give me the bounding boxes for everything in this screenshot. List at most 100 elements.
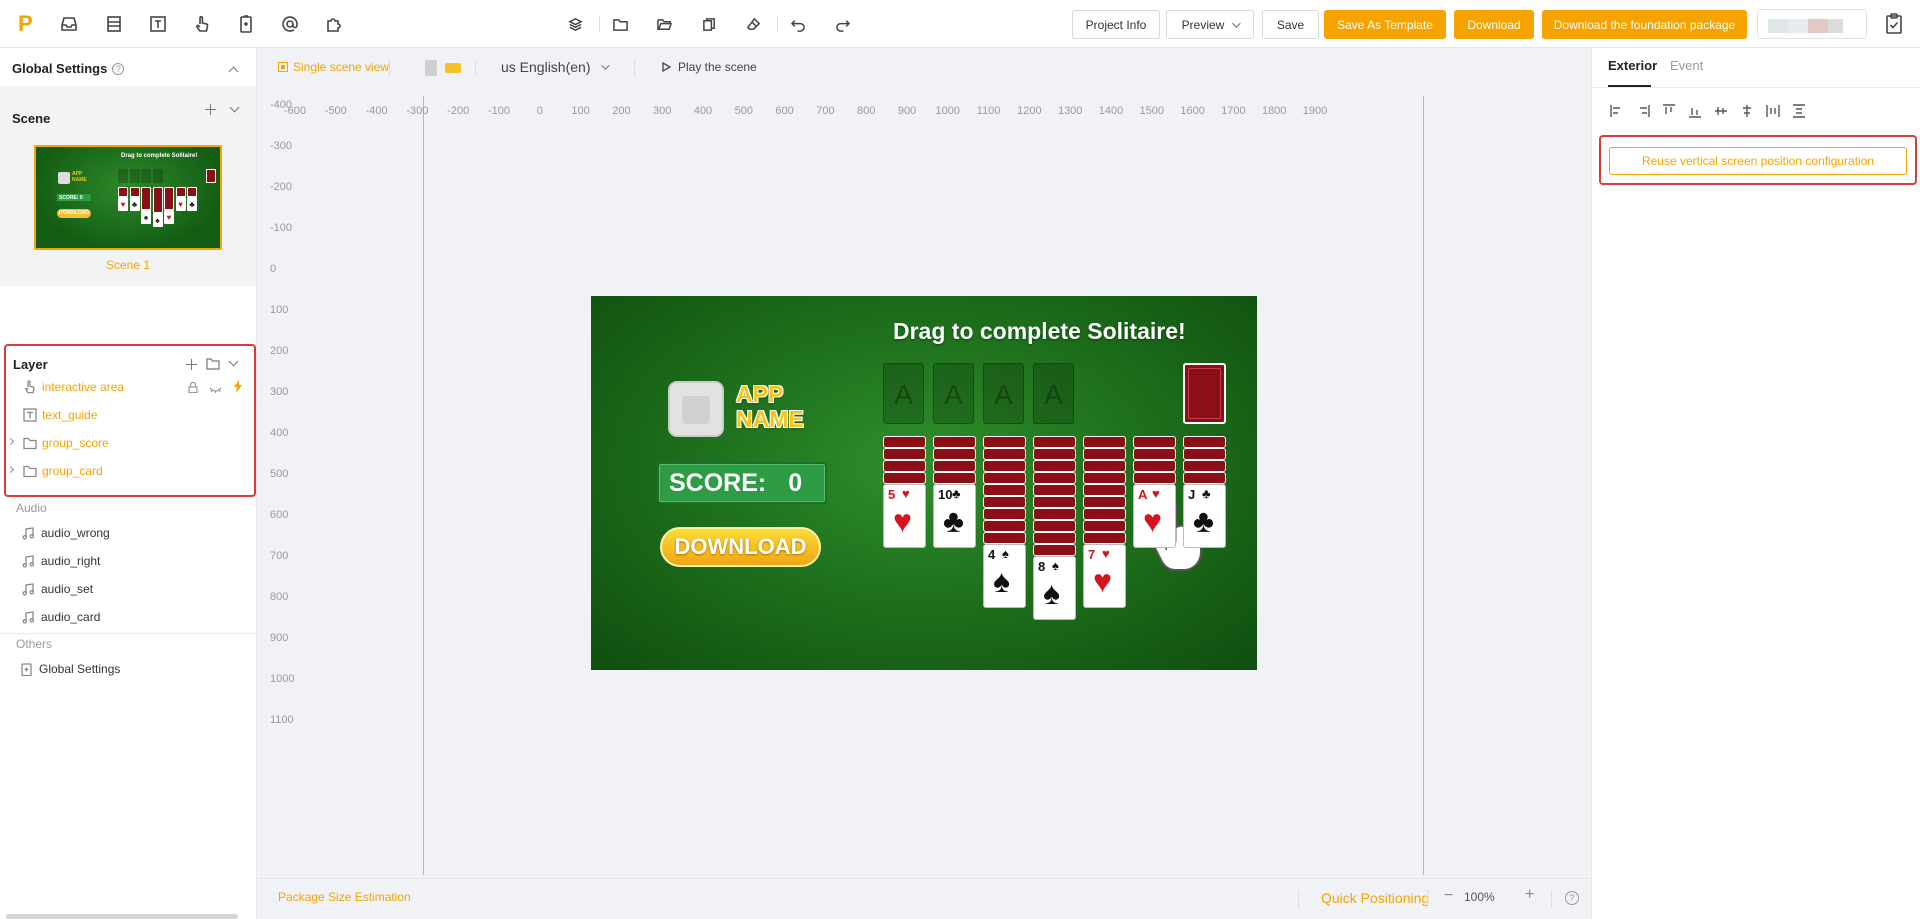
at-sign-icon[interactable] bbox=[280, 14, 300, 34]
inbox-icon[interactable] bbox=[59, 14, 79, 34]
ruler-tick: -500 bbox=[324, 105, 347, 117]
add-scene-icon[interactable] bbox=[205, 104, 216, 115]
score-box[interactable]: SCORE: 0 bbox=[657, 462, 827, 504]
layer-item-group-score[interactable]: group_score bbox=[6, 432, 254, 454]
draw-deck[interactable] bbox=[1183, 363, 1226, 424]
user-account-box[interactable] bbox=[1757, 9, 1867, 39]
single-scene-view-toggle[interactable]: Single scene view bbox=[278, 60, 389, 74]
folder-open-icon[interactable] bbox=[655, 15, 673, 33]
distribute-v-icon[interactable] bbox=[1792, 104, 1808, 120]
portrait-orientation-toggle[interactable] bbox=[425, 60, 437, 76]
foundation-slot[interactable]: A bbox=[983, 363, 1024, 424]
project-info-button[interactable]: Project Info bbox=[1072, 10, 1160, 39]
align-left-icon[interactable] bbox=[1610, 104, 1626, 120]
save-as-template-button[interactable]: Save As Template bbox=[1324, 10, 1446, 39]
collapse-up-icon[interactable] bbox=[228, 66, 239, 77]
thumb-card: ♥ bbox=[164, 210, 174, 225]
zoom-in-button[interactable]: + bbox=[1525, 886, 1534, 904]
layer-item-interactive-area[interactable]: interactive area bbox=[6, 376, 254, 398]
save-button[interactable]: Save bbox=[1262, 10, 1319, 39]
help-icon[interactable]: ? bbox=[112, 62, 125, 75]
download-foundation-button[interactable]: Download the foundation package bbox=[1542, 10, 1747, 39]
distribute-h-icon[interactable] bbox=[1766, 104, 1782, 120]
playing-card[interactable]: 7 ♥ ♥ bbox=[1083, 544, 1126, 608]
foundation-slot[interactable]: A bbox=[1033, 363, 1074, 424]
layer-item-text-guide[interactable]: text_guide bbox=[6, 404, 254, 426]
app-icon[interactable] bbox=[668, 381, 724, 437]
redo-icon[interactable] bbox=[833, 15, 851, 33]
eraser-icon[interactable] bbox=[744, 15, 762, 33]
stage-title[interactable]: Drag to complete Solitaire! bbox=[893, 318, 1186, 345]
scene-thumbnail[interactable]: Drag to complete Solitaire! APP NAME SCOR… bbox=[34, 145, 222, 250]
align-right-icon[interactable] bbox=[1636, 104, 1652, 120]
card-back bbox=[933, 472, 976, 484]
layer-collapse-icon[interactable] bbox=[228, 356, 239, 367]
zoom-out-button[interactable]: − bbox=[1444, 887, 1453, 905]
tab-event[interactable]: Event bbox=[1670, 58, 1703, 73]
audio-item[interactable]: audio_wrong bbox=[22, 523, 110, 543]
tab-exterior[interactable]: Exterior bbox=[1608, 58, 1657, 73]
foundation-slot[interactable]: A bbox=[933, 363, 974, 424]
game-stage[interactable]: Drag to complete Solitaire! APP NAME SCOR… bbox=[591, 296, 1257, 670]
lightning-icon[interactable] bbox=[233, 380, 243, 393]
stage-download-button[interactable]: DOWNLOAD bbox=[660, 527, 821, 567]
expand-arrow-icon[interactable] bbox=[6, 437, 15, 446]
audio-item[interactable]: audio_set bbox=[22, 579, 93, 599]
battery-icon[interactable] bbox=[236, 14, 256, 34]
copy-icon[interactable] bbox=[700, 15, 718, 33]
ruler-tick: 1100 bbox=[976, 105, 1001, 117]
lock-icon[interactable] bbox=[188, 381, 198, 394]
hand-pointer-icon[interactable] bbox=[192, 14, 212, 34]
align-vcenter-icon[interactable] bbox=[1714, 104, 1730, 120]
align-top-icon[interactable] bbox=[1662, 104, 1678, 120]
quick-positioning-button[interactable]: Quick Positioning bbox=[1321, 890, 1429, 906]
expand-arrow-icon[interactable] bbox=[6, 465, 15, 474]
card-back bbox=[1083, 448, 1126, 460]
app-name[interactable]: APP NAME bbox=[736, 382, 804, 432]
language-dropdown[interactable]: us English(en) bbox=[501, 59, 610, 75]
puzzle-icon[interactable] bbox=[324, 14, 344, 34]
card-suit-large: ♣ bbox=[1193, 503, 1214, 539]
folder-icon[interactable] bbox=[611, 15, 629, 33]
align-bottom-icon[interactable] bbox=[1688, 104, 1704, 120]
play-scene-button[interactable]: Play the scene bbox=[662, 60, 757, 74]
playing-card[interactable]: 4 ♠ ♠ bbox=[983, 544, 1026, 608]
preview-dropdown[interactable]: Preview bbox=[1166, 10, 1254, 39]
app-logo[interactable]: P bbox=[18, 12, 36, 36]
ruler-tick: 400 bbox=[693, 105, 713, 117]
ruler-tick: 300 bbox=[270, 386, 289, 398]
playing-card[interactable]: A ♥ ♥ bbox=[1133, 484, 1176, 548]
audio-section-title: Audio bbox=[16, 501, 47, 515]
add-layer-icon[interactable] bbox=[186, 359, 197, 370]
layer-item-group-card[interactable]: group_card bbox=[6, 460, 254, 482]
ruler-tick: 800 bbox=[857, 105, 876, 117]
playing-card[interactable]: J ♣ ♣ bbox=[1183, 484, 1226, 548]
reuse-vertical-config-button[interactable]: Reuse vertical screen position configura… bbox=[1609, 147, 1907, 175]
eye-hidden-icon[interactable] bbox=[209, 382, 222, 393]
playing-card[interactable]: 10 ♣ ♣ bbox=[933, 484, 976, 548]
landscape-orientation-toggle[interactable] bbox=[445, 63, 461, 73]
layers-icon[interactable] bbox=[566, 15, 584, 33]
align-hcenter-icon[interactable] bbox=[1740, 104, 1756, 120]
folder-add-icon[interactable] bbox=[206, 358, 220, 370]
others-item-global-settings[interactable]: Global Settings bbox=[20, 659, 120, 679]
clipboard-check-icon[interactable] bbox=[1884, 13, 1904, 35]
guide-line[interactable] bbox=[1423, 96, 1424, 875]
help-icon[interactable]: ? bbox=[1565, 891, 1579, 905]
layout-icon[interactable] bbox=[104, 14, 124, 34]
download-button[interactable]: Download bbox=[1454, 10, 1534, 39]
guide-line[interactable] bbox=[423, 96, 424, 875]
card-back bbox=[1033, 508, 1076, 520]
text-icon[interactable] bbox=[148, 14, 168, 34]
undo-icon[interactable] bbox=[789, 15, 807, 33]
audio-item[interactable]: audio_card bbox=[22, 607, 100, 627]
chevron-down-icon bbox=[600, 61, 610, 70]
playing-card[interactable]: 8 ♠ ♠ bbox=[1033, 556, 1076, 620]
playing-card[interactable]: 5 ♥ ♥ bbox=[883, 484, 926, 548]
package-size-link[interactable]: Package Size Estimation bbox=[278, 890, 411, 904]
audio-item[interactable]: audio_right bbox=[22, 551, 100, 571]
card-back bbox=[1183, 460, 1226, 472]
foundation-slot[interactable]: A bbox=[883, 363, 924, 424]
scene-1-label[interactable]: Scene 1 bbox=[0, 258, 256, 272]
left-scrollbar[interactable] bbox=[6, 914, 238, 919]
